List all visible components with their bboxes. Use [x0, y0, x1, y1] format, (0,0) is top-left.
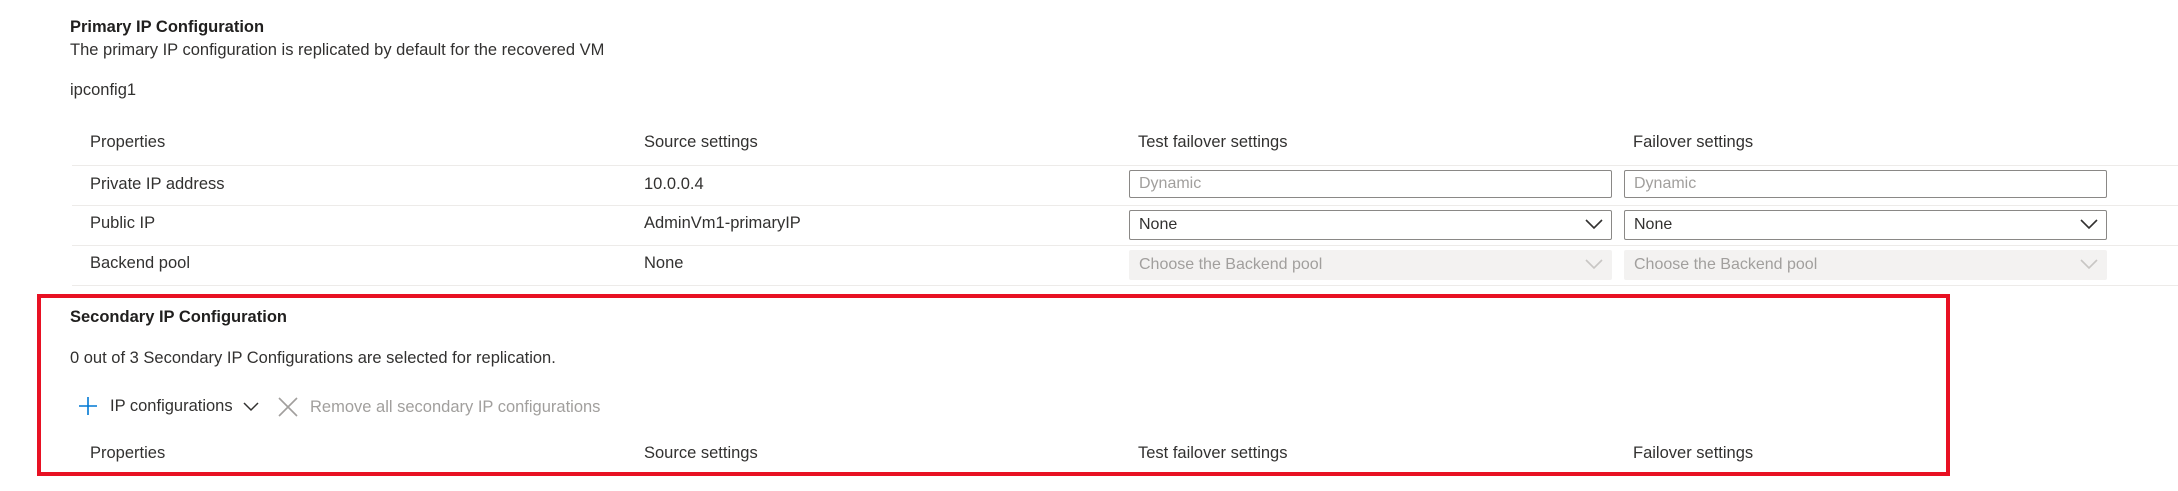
chevron-down-icon: [243, 402, 259, 412]
test-failover-backend-pool-dropdown[interactable]: Choose the Backend pool: [1129, 250, 1612, 280]
test-failover-public-ip-dropdown[interactable]: None: [1129, 210, 1612, 240]
remove-secondary-ip-configs-button[interactable]: Remove all secondary IP configurations: [277, 396, 600, 418]
plus-icon: [79, 397, 97, 415]
chevron-down-icon: [2080, 259, 2098, 270]
header-properties: Properties: [90, 133, 166, 151]
secondary-header-failover-settings: Failover settings: [1633, 444, 1754, 462]
primary-section-description: The primary IP configuration is replicat…: [70, 41, 605, 59]
failover-backend-pool-dropdown[interactable]: Choose the Backend pool: [1624, 250, 2107, 280]
row-source-backend-pool: None: [644, 254, 684, 272]
secondary-status-text: 0 out of 3 Secondary IP Configurations a…: [70, 349, 556, 367]
secondary-section-title: Secondary IP Configuration: [70, 308, 287, 326]
secondary-header-properties: Properties: [90, 444, 166, 462]
row-label-public-ip: Public IP: [90, 214, 156, 232]
chevron-down-icon: [2080, 219, 2098, 230]
primary-section-title: Primary IP Configuration: [70, 18, 265, 36]
row-label-private-ip: Private IP address: [90, 175, 225, 193]
failover-private-ip-input[interactable]: Dynamic: [1624, 170, 2107, 198]
secondary-header-source-settings: Source settings: [644, 444, 758, 462]
dropdown-value: None: [1634, 216, 1673, 233]
ip-configurations-label: IP configurations: [110, 396, 233, 415]
row-source-public-ip: AdminVm1-primaryIP: [644, 214, 801, 232]
header-failover-settings: Failover settings: [1633, 133, 1754, 151]
row-divider: [72, 165, 2178, 166]
row-label-backend-pool: Backend pool: [90, 254, 190, 272]
ip-config-name: ipconfig1: [70, 81, 137, 99]
header-source-settings: Source settings: [644, 133, 758, 151]
chevron-down-icon: [1585, 219, 1603, 230]
header-test-failover-settings: Test failover settings: [1138, 133, 1288, 151]
failover-public-ip-dropdown[interactable]: None: [1624, 210, 2107, 240]
dropdown-placeholder: Choose the Backend pool: [1139, 256, 1323, 273]
chevron-down-icon: [1585, 259, 1603, 270]
secondary-header-test-failover-settings: Test failover settings: [1138, 444, 1288, 462]
row-divider: [72, 285, 2178, 286]
row-divider: [72, 205, 2178, 206]
row-divider: [72, 245, 2178, 246]
ip-configurations-button[interactable]: IP configurations: [78, 396, 259, 416]
dropdown-placeholder: Choose the Backend pool: [1634, 256, 1818, 273]
row-source-private-ip: 10.0.0.4: [644, 175, 704, 193]
remove-secondary-label: Remove all secondary IP configurations: [310, 397, 601, 416]
dropdown-value: None: [1139, 216, 1178, 233]
test-failover-private-ip-input[interactable]: Dynamic: [1129, 170, 1612, 198]
close-icon: [278, 397, 298, 417]
